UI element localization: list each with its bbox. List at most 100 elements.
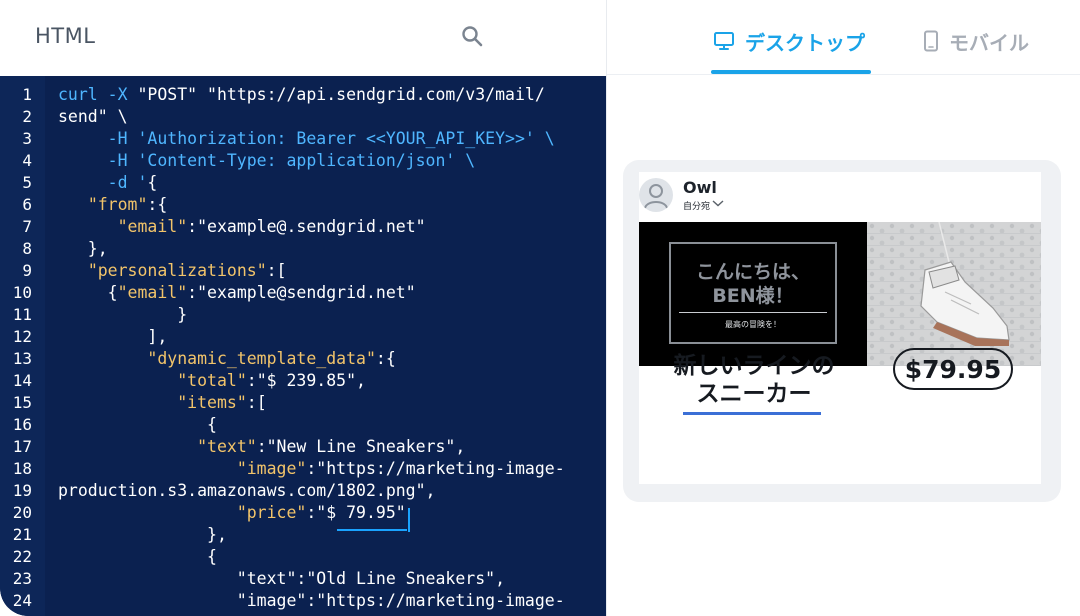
email-preview-panel: デスクトップ モバイル Owl 自分宛 こんにちは、 BEN様！ 最高の冒険を！… [606,0,1080,616]
code-token: :[ [266,261,287,280]
code-token: production.s3.amazonaws.com/1802.png", [58,481,436,500]
code-token: "price" [236,503,307,522]
desktop-icon [714,32,734,50]
code-token: { [58,283,118,302]
hero-greeting: こんにちは、 BEN様！ [671,260,835,308]
code-line: -H 'Authorization: Bearer <<YOUR_API_KEY… [58,129,555,148]
code-line: -H 'Content-Type: application/json' \ [58,151,476,170]
code-token: :"example@.sendgrid.net" [187,217,426,236]
tab-desktop-label: デスクトップ [745,30,865,55]
search-button[interactable] [460,24,488,52]
line-number: 18 [12,459,32,478]
email-preview-frame: Owl 自分宛 こんにちは、 BEN様！ 最高の冒険を！ 新しいラインの スニー… [623,160,1061,502]
code-token: } [58,305,188,324]
code-line: "image":"https://marketing-image- [58,591,565,610]
code-token: curl -X [58,85,128,104]
tab-mobile[interactable]: モバイル [923,26,1029,56]
text-cursor [408,508,410,532]
code-token: :"https://marketing-image- [306,459,565,478]
code-line: { [58,415,217,434]
line-number: 14 [12,371,32,390]
code-token: ], [58,327,168,346]
html-editor-panel: HTML 1 2 3 4 5 6 7 8 9 10 11 12 13 14 15 16 17 18 19 20 21 22… [0,0,606,616]
code-token: -H 'Content-Type: application/json' \ [58,151,476,170]
code-line: "text":"New Line Sneakers", [58,437,465,456]
product-name: 新しいラインの スニーカー [667,352,841,408]
hero-greeting-line1: こんにちは、 [695,261,810,283]
line-number: 11 [12,305,32,324]
code-token: send" \ [58,107,128,126]
code-token: "image":"https://marketing-image- [58,591,565,610]
editor-title: HTML [35,24,96,48]
line-number: 4 [22,151,32,170]
hero-greeting-line2: BEN様！ [712,285,794,307]
product-name-line2: スニーカー [696,381,812,407]
line-number: 12 [12,327,32,346]
code-line: "items":[ [58,393,267,412]
tab-desktop[interactable]: デスクトップ [713,26,865,56]
code-line: "text":"Old Line Sneakers", [58,569,505,588]
recipient-label: 自分宛 [683,202,711,212]
code-token: :{ [375,349,396,368]
line-number: 2 [22,107,32,126]
chevron-down-icon[interactable] [711,198,725,208]
code-line: -d '{ [58,173,158,192]
hero-subtitle: 最高の冒険を！ [725,320,781,329]
preview-tabs: デスクトップ モバイル [607,0,1080,75]
code-token: "personalizations" [87,261,267,280]
code-line: }, [58,525,227,544]
line-number: 13 [12,349,32,368]
line-number: 5 [22,173,32,192]
code-line: } [58,305,187,324]
code-token: }, [58,239,108,258]
code-line: "image":"https://marketing-image- [58,459,565,478]
code-token: "image" [236,459,307,478]
hero-banner: こんにちは、 BEN様！ 最高の冒険を！ [639,222,1041,366]
code-token: :"example@sendgrid.net" [187,283,416,302]
price-badge: $79.95 [893,348,1013,390]
code-line: "dynamic_template_data":{ [58,349,396,368]
code-token: "text" [197,437,257,456]
code-token: "text":"Old Line Sneakers", [58,569,506,588]
line-number: 10 [12,283,32,302]
line-number: 15 [12,393,32,412]
code-editor[interactable]: 1 2 3 4 5 6 7 8 9 10 11 12 13 14 15 16 17 18 19 20 21 22 23 24 … [0,76,606,616]
line-number: 9 [22,261,32,280]
price-value-highlight [337,529,407,531]
sneaker-image [867,222,1041,366]
line-number: 16 [12,415,32,434]
editor-header: HTML [0,0,606,76]
code-token: "items" [177,393,247,412]
hero-greeting-frame: こんにちは、 BEN様！ 最高の冒険を！ [669,242,837,344]
line-number: 23 [12,569,32,588]
code-line: {"email":"example@sendgrid.net" [58,283,416,302]
line-number-gutter: 1 2 3 4 5 6 7 8 9 10 11 12 13 14 15 16 17 18 19 20 21 22 23 24 [0,76,45,616]
code-token: { [58,415,217,434]
code-token: :[ [246,393,267,412]
user-icon [644,184,668,209]
line-number: 24 [12,591,32,610]
sneaker-illustration [867,222,1041,366]
code-token: "POST" "https://api.sendgrid.com/v3/mail… [127,85,545,104]
code-token: :{ [147,195,168,214]
line-number: 17 [12,437,32,456]
code-token: :"$ 79.95" [306,503,406,522]
line-number: 6 [22,195,32,214]
code-token: "from" [87,195,148,214]
email-content: Owl 自分宛 こんにちは、 BEN様！ 最高の冒険を！ 新しいラインの スニー… [639,172,1041,484]
hero-divider [679,312,827,313]
code-line: "email":"example@.sendgrid.net" [58,217,426,236]
code-line: curl -X "POST" "https://api.sendgrid.com… [58,85,545,104]
code-line: production.s3.amazonaws.com/1802.png", [58,481,436,500]
search-icon [462,26,483,47]
line-number: 8 [22,239,32,258]
mobile-icon [924,30,938,52]
code-token: "total" [177,371,247,390]
